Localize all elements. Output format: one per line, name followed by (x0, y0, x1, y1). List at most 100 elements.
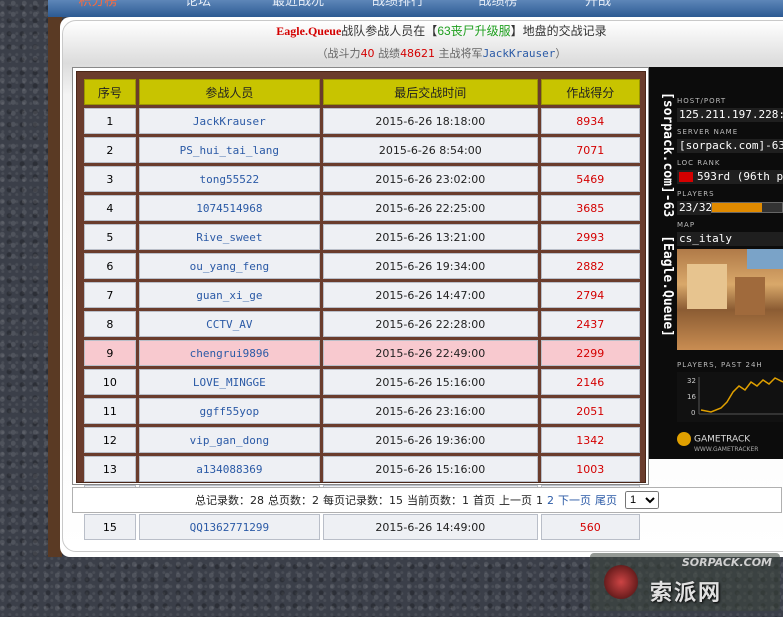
nav-item-3[interactable]: 战绩排行 (348, 0, 448, 17)
cell-no: 3 (84, 166, 136, 192)
power-value: 40 (360, 47, 375, 60)
table-row: 1 JackKrauser 2015-6-26 18:18:00 8934 (84, 108, 640, 134)
cell-no: 2 (84, 137, 136, 163)
cell-score: 2794 (540, 282, 640, 308)
col-header-player: 参战人员 (138, 79, 320, 105)
cell-player-link[interactable]: chengrui9896 (138, 340, 320, 366)
cell-time: 2015-6-26 13:21:00 (323, 224, 538, 250)
cell-no: 15 (84, 514, 136, 540)
players-graph-line (700, 377, 783, 413)
table-row: 7 guan_xi_ge 2015-6-26 14:47:00 2794 (84, 282, 640, 308)
host-value: 125.211.197.228:2 (677, 108, 783, 122)
cell-player-link[interactable]: a134088369 (138, 456, 320, 482)
table-row: 8 CCTV_AV 2015-6-26 22:28:00 2437 (84, 311, 640, 337)
table-header-row: 序号 参战人员 最后交战时间 作战得分 (84, 79, 640, 105)
server-name-label: SERVER NAME (677, 128, 739, 136)
china-flag-icon (679, 172, 693, 182)
clan-summary: （战斗力40 战绩48621 主战将军JackKrauser） (100, 45, 783, 63)
nav-item-5[interactable]: 开战 (548, 0, 648, 17)
table-row: 13 a134088369 2015-6-26 15:16:00 1003 (84, 456, 640, 482)
map-thumbnail (677, 249, 783, 350)
cell-score: 2051 (540, 398, 640, 424)
cell-player-link[interactable]: LOVE_MINGGE (138, 369, 320, 395)
nav-item-4[interactable]: 战绩榜 (448, 0, 548, 17)
cell-time: 2015-6-26 22:25:00 (323, 195, 538, 221)
cell-time: 2015-6-26 18:18:00 (323, 108, 538, 134)
cell-no: 6 (84, 253, 136, 279)
graph-label: PLAYERS, PAST 24H (677, 361, 763, 369)
title-mid: 战队参战人员在【 (341, 24, 438, 38)
first-page-link[interactable]: 首页 (473, 492, 495, 508)
cell-time: 2015-6-26 23:02:00 (323, 166, 538, 192)
table-row: 2 PS_hui_tai_lang 2015-6-26 8:54:00 7071 (84, 137, 640, 163)
cell-no: 8 (84, 311, 136, 337)
current-page: 当前页数：1 (407, 494, 469, 507)
nav-item-6[interactable] (648, 0, 748, 17)
players-label: PLAYERS (677, 190, 715, 198)
leader-label: 主战将军 (435, 47, 483, 60)
cell-time: 2015-6-26 15:16:00 (323, 456, 538, 482)
leader-name[interactable]: JackKrauser (483, 47, 556, 60)
graph-tick-0: 0 (691, 409, 695, 417)
server-link[interactable]: 63丧尸升级服 (437, 24, 510, 38)
table-row: 15 QQ1362771299 2015-6-26 14:49:00 560 (84, 514, 640, 540)
map-value: cs_italy (677, 232, 783, 246)
last-page-link[interactable]: 尾页 (595, 492, 617, 508)
cell-score: 2146 (540, 369, 640, 395)
ranking-table: 序号 参战人员 最后交战时间 作战得分 1 JackKrauser 2015-6-2… (81, 76, 643, 543)
rank-text: 593rd (96th pct (697, 170, 783, 183)
col-header-time: 最后交战时间 (323, 79, 538, 105)
cell-player-link[interactable]: vip_gan_dong (138, 427, 320, 453)
cell-score: 7071 (540, 137, 640, 163)
cell-player-link[interactable]: tong55522 (138, 166, 320, 192)
page-2-link[interactable]: 2 (547, 494, 554, 507)
clan-name[interactable]: Eagle.Queue (276, 24, 341, 38)
rank-value: 593rd (96th pct (677, 170, 783, 184)
cell-no: 1 (84, 108, 136, 134)
banner-site-text: [sorpack.com]-63 (660, 92, 675, 218)
graph-tick-16: 16 (687, 393, 696, 401)
nav-item-2[interactable]: 最近战况 (248, 0, 348, 17)
gametracker-banner[interactable]: [sorpack.com]-63[Eagle.Queue] HOST/PORT … (649, 67, 783, 459)
cell-player-link[interactable]: JackKrauser (138, 108, 320, 134)
players-graph-svg: 32 16 0 (687, 377, 783, 417)
page-select[interactable]: 1 (625, 491, 659, 509)
nav-item-1[interactable]: 论坛 (148, 0, 248, 17)
ranking-table-wrapper: 序号 参战人员 最后交战时间 作战得分 1 JackKrauser 2015-6-2… (76, 71, 646, 540)
cell-score: 1342 (540, 427, 640, 453)
table-row: 6 ou_yang_feng 2015-6-26 19:34:00 2882 (84, 253, 640, 279)
cell-player-link[interactable]: QQ1362771299 (138, 514, 320, 540)
cell-player-link[interactable]: 1074514968 (138, 195, 320, 221)
host-label: HOST/PORT (677, 97, 727, 105)
banner-clan-text: [Eagle.Queue] (660, 235, 675, 337)
cell-player-link[interactable]: guan_xi_ge (138, 282, 320, 308)
cell-player-link[interactable]: PS_hui_tai_lang (138, 137, 320, 163)
table-body: 1 JackKrauser 2015-6-26 18:18:00 8934 2 PS_hu… (84, 108, 640, 540)
cell-player-link[interactable]: ggff55yop (138, 398, 320, 424)
cell-player-link[interactable]: CCTV_AV (138, 311, 320, 337)
cell-time: 2015-6-26 19:34:00 (323, 253, 538, 279)
cell-time: 2015-6-26 14:49:00 (323, 514, 538, 540)
cell-player-link[interactable]: Rive_sweet (138, 224, 320, 250)
cell-time: 2015-6-26 19:36:00 (323, 427, 538, 453)
cell-no: 12 (84, 427, 136, 453)
players-graph: 32 16 0 (677, 372, 783, 422)
table-row: 9 chengrui9896 2015-6-26 22:49:00 2299 (84, 340, 640, 366)
cell-score: 8934 (540, 108, 640, 134)
rank-label: LOC RANK (677, 159, 721, 167)
pagination-bar: 总记录数：28 总页数：2 每页记录数：15 当前页数：1 首页 上一页 1 2… (72, 487, 782, 513)
cell-no: 10 (84, 369, 136, 395)
prev-page-link[interactable]: 上一页 (499, 492, 532, 508)
cell-score: 5469 (540, 166, 640, 192)
cell-no: 7 (84, 282, 136, 308)
cell-no: 11 (84, 398, 136, 424)
table-row: 5 Rive_sweet 2015-6-26 13:21:00 2993 (84, 224, 640, 250)
cell-time: 2015-6-26 8:54:00 (323, 137, 538, 163)
cell-player-link[interactable]: ou_yang_feng (138, 253, 320, 279)
brand-url: WWW.GAMETRACKER (694, 446, 759, 453)
next-page-link[interactable]: 下一页 (558, 492, 591, 508)
nav-item-0[interactable]: 积分榜 (48, 0, 148, 17)
cell-score: 2299 (540, 340, 640, 366)
server-name-value: [sorpack.com]-63 (677, 139, 783, 153)
cell-time: 2015-6-26 14:47:00 (323, 282, 538, 308)
